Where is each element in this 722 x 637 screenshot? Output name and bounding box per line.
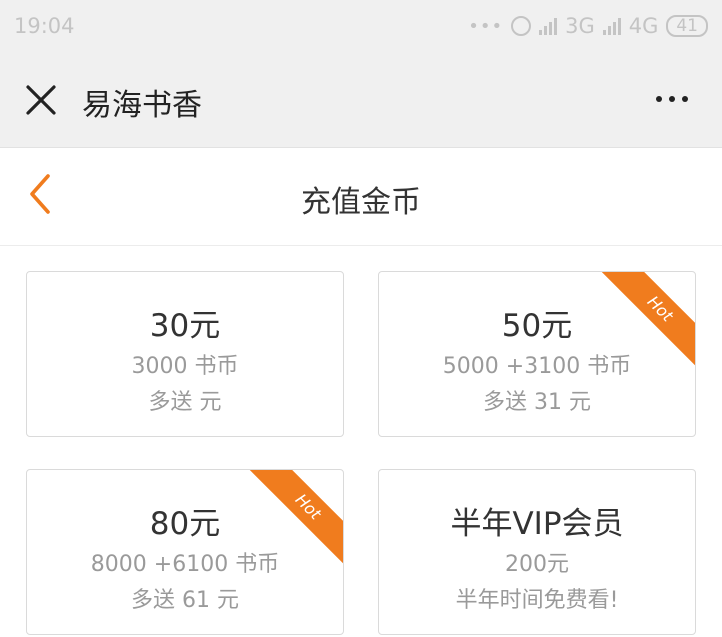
battery-icon: 41 (666, 15, 708, 37)
network-3g-label: 3G (565, 14, 595, 38)
recharge-option-card[interactable]: 30元 3000 书币 多送 元 (26, 271, 344, 437)
status-time: 19:04 (14, 14, 75, 38)
card-price: 30元 (149, 308, 221, 344)
card-coins: 200元 (505, 552, 569, 577)
card-price: 80元 (149, 506, 221, 542)
page-header: 充值金币 (0, 148, 722, 246)
card-bonus: 半年时间免费看! (455, 588, 619, 613)
more-options-icon[interactable] (656, 96, 688, 102)
notification-dots: ••• (468, 15, 504, 37)
close-icon[interactable] (24, 83, 58, 117)
card-price: 50元 (501, 308, 573, 344)
card-price: 半年VIP会员 (450, 506, 624, 542)
alarm-icon (511, 16, 532, 36)
status-bar: 19:04 ••• 3G 4G 41 (0, 0, 722, 56)
recharge-option-card[interactable]: 半年VIP会员 200元 半年时间免费看! (378, 469, 696, 635)
card-bonus: 多送 元 (148, 390, 222, 415)
status-indicators: ••• 3G 4G 41 (468, 14, 708, 38)
card-bonus: 多送 31 元 (483, 390, 591, 415)
signal-icon (539, 17, 558, 35)
signal-icon (602, 17, 621, 35)
card-coins: 8000 +6100 书币 (90, 552, 280, 577)
card-coins: 3000 书币 (131, 354, 239, 379)
recharge-option-card[interactable]: Hot 50元 5000 +3100 书币 多送 31 元 (378, 271, 696, 437)
card-coins: 5000 +3100 书币 (442, 354, 632, 379)
app-title: 易海书香 (82, 88, 202, 123)
page-title: 充值金币 (301, 185, 421, 220)
app-bar: 易海书香 (0, 56, 722, 148)
recharge-option-card[interactable]: Hot 80元 8000 +6100 书币 多送 61 元 (26, 469, 344, 635)
card-bonus: 多送 61 元 (131, 588, 239, 613)
network-4g-label: 4G (628, 14, 659, 38)
